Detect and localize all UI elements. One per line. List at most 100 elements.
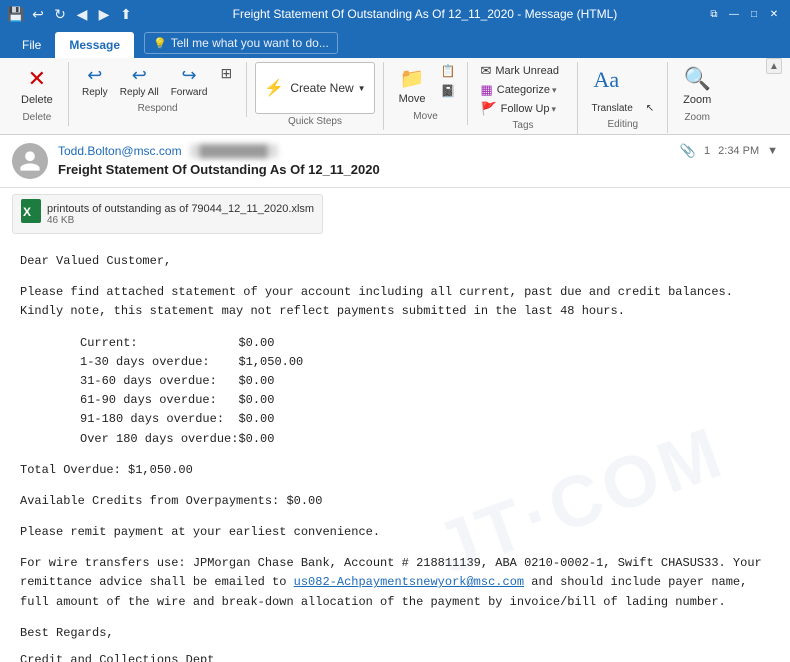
forward-label: Forward	[171, 87, 208, 98]
wire-transfer-text: For wire transfers use: JPMorgan Chase B…	[20, 554, 770, 612]
categorize-label: Categorize	[497, 84, 550, 96]
table-row: Over 180 days overdue: $0.00	[80, 430, 303, 449]
up-icon[interactable]: ⬆	[118, 6, 134, 22]
delete-label: Delete	[21, 94, 53, 106]
balance-label: 61-90 days overdue:	[80, 391, 238, 410]
move-button[interactable]: 📁 Move	[392, 62, 433, 109]
ribbon-group-tags: ✉ Mark Unread ▦ Categorize ▾ 🚩 Follow Up…	[468, 62, 578, 134]
balance-label: 31-60 days overdue:	[80, 372, 238, 391]
quick-steps-label: Quick Steps	[255, 116, 374, 130]
categorize-dropdown: ▾	[552, 85, 557, 96]
sender-row: Todd.Bolton@msc.com ████████ 📎 1 2:34 PM…	[58, 143, 778, 159]
balance-label: Current:	[80, 334, 238, 353]
move-icon: 📁	[400, 66, 425, 91]
tab-message[interactable]: Message	[55, 32, 134, 58]
translate-button[interactable]: Aa	[586, 62, 626, 98]
tell-me-text: Tell me what you want to do...	[171, 36, 329, 50]
table-row: 31-60 days overdue: $0.00	[80, 372, 303, 391]
create-new-button[interactable]: ⚡ Create New ▼	[255, 62, 374, 114]
undo-icon[interactable]: ↩	[30, 6, 46, 22]
reply-all-icon: ↩	[132, 65, 147, 86]
excel-icon: X	[21, 199, 41, 229]
ribbon-group-editing: Aa Translate ↖ Editing	[578, 62, 668, 133]
zoom-button[interactable]: 🔍 Zoom	[676, 62, 718, 110]
ribbon-group-move: 📁 Move 📋 📓 Move	[384, 62, 469, 125]
sender-name-blurred: ████████	[190, 144, 278, 158]
balance-value: $0.00	[238, 410, 303, 429]
delete-button[interactable]: ✕ Delete	[14, 62, 60, 110]
reply-label: Reply	[82, 87, 108, 98]
more-respond-button[interactable]: ⊞	[214, 62, 238, 85]
follow-up-icon: 🚩	[480, 101, 496, 117]
greeting: Dear Valued Customer,	[20, 252, 770, 271]
regards-text: Best Regards,	[20, 624, 770, 643]
mark-unread-button[interactable]: ✉ Mark Unread	[476, 62, 569, 80]
ribbon-group-zoom: 🔍 Zoom Zoom	[668, 62, 726, 126]
create-new-dropdown-arrow: ▼	[358, 84, 366, 93]
follow-up-label: Follow Up	[501, 103, 550, 115]
table-row: 61-90 days overdue: $0.00	[80, 391, 303, 410]
close-btn[interactable]: ✕	[766, 6, 782, 22]
balance-label: 1-30 days overdue:	[80, 353, 238, 372]
attachment-item[interactable]: X printouts of outstanding as of 79044_1…	[12, 194, 323, 234]
title-bar-icons: 💾 ↩ ↻ ◀ ▶ ⬆	[8, 6, 134, 22]
forward-icon[interactable]: ▶	[96, 6, 112, 22]
email-subject: Freight Statement Of Outstanding As Of 1…	[58, 162, 778, 177]
more-respond-icon: ⊞	[221, 65, 233, 82]
window-controls: ⧉ — □ ✕	[706, 6, 782, 22]
tags-group-label: Tags	[476, 120, 569, 134]
balance-value: $0.00	[238, 334, 303, 353]
tell-me-bar[interactable]: 💡 Tell me what you want to do...	[144, 32, 338, 54]
translate-label-btn[interactable]: Translate	[586, 100, 637, 117]
reply-icon: ↩	[87, 65, 102, 86]
ribbon: ✕ Delete Delete ↩ Reply ↩ Reply All ↪ Fo	[0, 58, 790, 135]
reply-button[interactable]: ↩ Reply	[77, 62, 113, 101]
balance-value: $0.00	[238, 372, 303, 391]
balance-table: Current: $0.00 1-30 days overdue: $1,050…	[80, 334, 303, 449]
follow-up-dropdown: ▾	[552, 104, 557, 115]
follow-up-button[interactable]: 🚩 Follow Up ▾	[476, 100, 569, 118]
cursor-button[interactable]: ↖	[641, 100, 659, 117]
sender-avatar	[12, 143, 48, 179]
remit-text: Please remit payment at your earliest co…	[20, 523, 770, 542]
move-label: Move	[399, 93, 426, 105]
rules-button[interactable]: 📋	[437, 62, 460, 80]
onenote-button[interactable]: 📓	[437, 82, 460, 100]
paperclip-icon: 📎	[680, 143, 696, 159]
wire-email-link[interactable]: us082-Achpaymentsnewyork@msc.com	[294, 575, 524, 589]
email-header: Todd.Bolton@msc.com ████████ 📎 1 2:34 PM…	[0, 135, 790, 188]
redo-icon[interactable]: ↻	[52, 6, 68, 22]
table-row: 1-30 days overdue: $1,050.00	[80, 353, 303, 372]
svg-text:X: X	[23, 205, 31, 219]
attachment-count: 1	[704, 145, 710, 157]
lightbulb-icon: 💡	[153, 37, 167, 50]
forward-icon: ↪	[182, 65, 197, 86]
minimize-btn[interactable]: —	[726, 6, 742, 22]
email-meta: Todd.Bolton@msc.com ████████ 📎 1 2:34 PM…	[58, 143, 778, 177]
zoom-icon: 🔍	[684, 66, 711, 92]
attachment-size: 46 KB	[47, 215, 314, 226]
maximize-btn[interactable]: □	[746, 6, 762, 22]
translate-icon: Aa	[593, 67, 619, 93]
categorize-button[interactable]: ▦ Categorize ▾	[476, 81, 569, 99]
balance-value: $0.00	[238, 391, 303, 410]
expand-icon[interactable]: ▼	[767, 145, 778, 157]
ribbon-group-respond: ↩ Reply ↩ Reply All ↪ Forward ⊞ Respond	[69, 62, 248, 117]
reply-all-button[interactable]: ↩ Reply All	[115, 62, 164, 101]
mark-unread-icon: ✉	[480, 63, 491, 79]
tab-file[interactable]: File	[8, 32, 55, 58]
title-bar: 💾 ↩ ↻ ◀ ▶ ⬆ Freight Statement Of Outstan…	[0, 0, 790, 28]
delete-group-label: Delete	[14, 112, 60, 126]
balance-value: $1,050.00	[238, 353, 303, 372]
back-icon[interactable]: ◀	[74, 6, 90, 22]
forward-button[interactable]: ↪ Forward	[166, 62, 213, 101]
ribbon-collapse-btn[interactable]: ▲	[766, 58, 782, 74]
ribbon-group-delete: ✕ Delete Delete	[6, 62, 69, 126]
restore-window-btn[interactable]: ⧉	[706, 6, 722, 22]
signature-line1: Credit and Collections Dept	[20, 651, 770, 662]
attachment-name: printouts of outstanding as of 79044_12_…	[47, 203, 314, 215]
save-icon[interactable]: 💾	[8, 6, 24, 22]
ribbon-group-quicksteps: ⚡ Create New ▼ Quick Steps	[247, 62, 383, 130]
body-para1: Please find attached statement of your a…	[20, 283, 770, 321]
table-row: 91-180 days overdue: $0.00	[80, 410, 303, 429]
